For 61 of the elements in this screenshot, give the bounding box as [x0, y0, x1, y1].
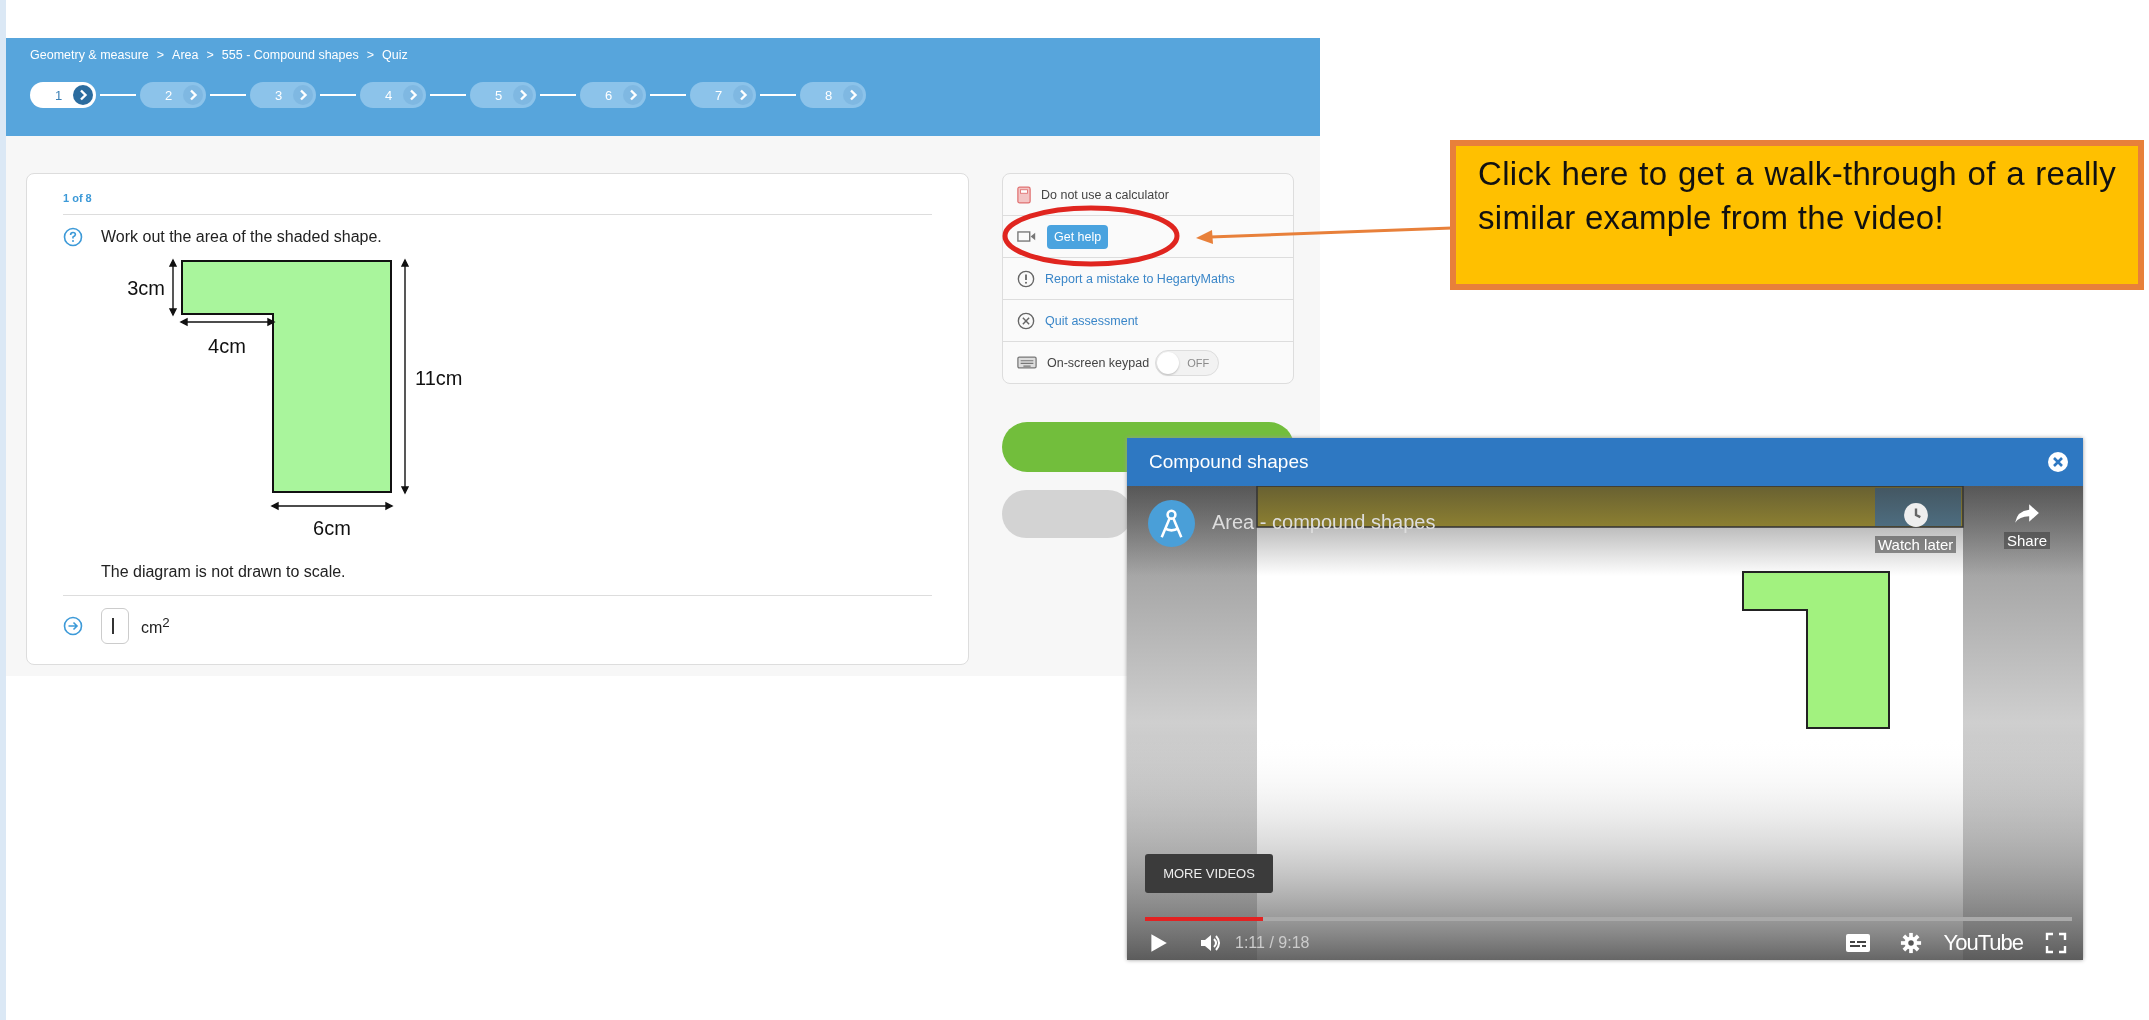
- video-title[interactable]: Area - compound shapes: [1212, 511, 1436, 534]
- chevron-icon: [183, 85, 203, 105]
- fullscreen-icon[interactable]: [2045, 932, 2067, 954]
- chevron-icon: [293, 85, 313, 105]
- breadcrumb-item[interactable]: Geometry & measure: [30, 48, 149, 62]
- volume-icon[interactable]: [1199, 932, 1223, 954]
- watch-later-label[interactable]: Watch later: [1875, 536, 1957, 553]
- quit-assessment-link[interactable]: Quit assessment: [1045, 313, 1139, 328]
- dimension-label: 6cm: [313, 517, 351, 539]
- breadcrumb-item[interactable]: 555 - Compound shapes: [221, 48, 359, 62]
- step-button[interactable]: 2: [140, 82, 206, 108]
- get-help-button[interactable]: Get help: [1047, 224, 1109, 249]
- calculator-note: Do not use a calculator: [1041, 187, 1169, 202]
- share-icon[interactable]: [2014, 502, 2040, 524]
- callout-text: Click here to get a walk-through of a really similar example from the video!: [1478, 154, 2116, 238]
- breadcrumb-item[interactable]: Quiz: [382, 48, 408, 62]
- chevron-icon: [843, 85, 863, 105]
- breadcrumb-item[interactable]: Area: [172, 48, 199, 62]
- step-button[interactable]: 4: [360, 82, 426, 108]
- more-videos-button[interactable]: MORE VIDEOS: [1145, 854, 1273, 893]
- question-counter: 1 of 8: [63, 192, 93, 204]
- dimension-label: 4cm: [208, 335, 246, 357]
- calculator-icon: [1017, 185, 1031, 204]
- dimension-label: 11cm: [415, 367, 463, 389]
- keypad-toggle[interactable]: OFF: [1155, 349, 1220, 376]
- captions-icon[interactable]: [1845, 934, 1870, 952]
- chevron-icon: [513, 85, 533, 105]
- clock-icon[interactable]: [1902, 502, 1929, 528]
- scale-note: The diagram is not drawn to scale.: [101, 563, 347, 581]
- report-mistake-link[interactable]: Report a mistake to HegartyMaths: [1045, 271, 1235, 286]
- chevron-icon: [73, 85, 93, 105]
- chevron-icon: [623, 85, 643, 105]
- video-time: 1:11 / 9:18: [1235, 934, 1310, 952]
- chevron-icon: [403, 85, 423, 105]
- dialog-title: Compound shapes: [1149, 451, 1309, 473]
- breadcrumb-separator: >: [156, 48, 165, 62]
- step-button[interactable]: 5: [470, 82, 536, 108]
- step-button[interactable]: 3: [250, 82, 316, 108]
- step-button[interactable]: 8: [800, 82, 866, 108]
- breadcrumb-separator: >: [206, 48, 214, 62]
- keyboard-icon: [1017, 356, 1037, 369]
- settings-icon[interactable]: [1899, 932, 1922, 954]
- keypad-label: On-screen keypad: [1047, 355, 1150, 370]
- channel-avatar-icon[interactable]: [1148, 500, 1195, 547]
- youtube-logo[interactable]: YouTube: [1943, 930, 2023, 956]
- unit-label: cm$^{2}$: [141, 614, 170, 638]
- video-camera-icon: [1017, 230, 1037, 243]
- step-button[interactable]: 7: [690, 82, 756, 108]
- arrow-circle-icon: [63, 616, 83, 636]
- chevron-icon: [733, 85, 753, 105]
- dimension-label: 3cm: [127, 277, 165, 299]
- exclamation-icon: [1017, 269, 1035, 288]
- close-icon: [1017, 311, 1035, 330]
- step-button[interactable]: 1: [30, 82, 96, 108]
- help-icon: [63, 227, 83, 247]
- close-icon[interactable]: [2047, 451, 2069, 473]
- step-button[interactable]: 6: [580, 82, 646, 108]
- share-label[interactable]: Share: [2004, 532, 2051, 549]
- question-text: Work out the area of the shaded shape.: [101, 228, 382, 246]
- answer-field[interactable]: [101, 608, 129, 644]
- breadcrumb-separator: >: [366, 48, 375, 62]
